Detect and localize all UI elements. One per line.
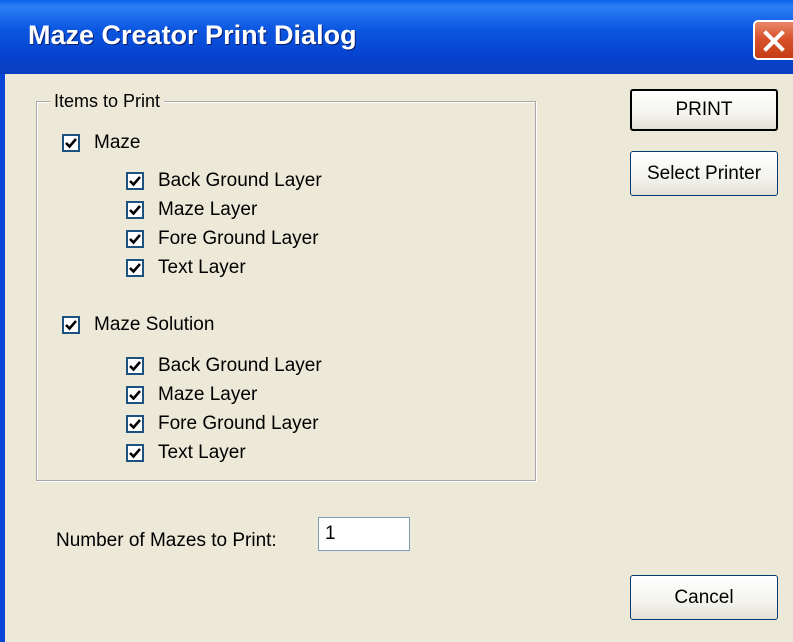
checkbox-label: Text Layer [158,442,246,463]
checkmark-icon [129,448,141,459]
solution-layer-checkbox-row[interactable]: Back Ground Layer [126,355,322,377]
checkmark-icon [129,390,141,401]
maze-layer-checkbox-row[interactable]: Fore Ground Layer [126,228,319,250]
checkbox-label: Fore Ground Layer [158,413,319,434]
checkbox-label: Back Ground Layer [158,170,322,191]
maze-text-layer-checkbox[interactable] [126,259,144,277]
maze-checkbox-row[interactable]: Maze [62,132,140,154]
maze-foreground-layer-checkbox[interactable] [126,230,144,248]
solution-layer-checkbox-row[interactable]: Fore Ground Layer [126,413,319,435]
maze-checkbox-label: Maze [94,132,141,153]
solution-text-layer-checkbox[interactable] [126,444,144,462]
maze-background-layer-checkbox[interactable] [126,172,144,190]
close-button[interactable] [753,20,793,60]
select-printer-button[interactable]: Select Printer [630,151,778,196]
checkmark-icon [129,205,141,216]
mazes-count-label: Number of Mazes to Print: [56,530,277,551]
checkbox-label: Back Ground Layer [158,355,322,376]
solution-foreground-layer-checkbox[interactable] [126,415,144,433]
group-label: Items to Print [50,91,165,112]
checkmark-icon [65,320,77,331]
print-button[interactable]: PRINT [630,89,778,131]
maze-maze-layer-checkbox[interactable] [126,201,144,219]
solution-maze-layer-checkbox[interactable] [126,386,144,404]
solution-layer-checkbox-row[interactable]: Maze Layer [126,384,257,406]
maze-checkbox[interactable] [62,134,80,152]
maze-solution-checkbox[interactable] [62,316,80,334]
checkbox-label: Maze Layer [158,199,258,220]
window-title: Maze Creator Print Dialog [28,20,357,50]
checkmark-icon [129,176,141,187]
solution-background-layer-checkbox[interactable] [126,357,144,375]
solution-layer-checkbox-row[interactable]: Text Layer [126,442,246,464]
maze-solution-checkbox-label: Maze Solution [94,314,215,335]
maze-layer-checkbox-row[interactable]: Text Layer [126,257,246,279]
title-bar[interactable]: Maze Creator Print Dialog [0,0,793,74]
checkbox-label: Maze Layer [158,384,258,405]
maze-layer-checkbox-row[interactable]: Maze Layer [126,199,257,221]
maze-solution-checkbox-row[interactable]: Maze Solution [62,314,214,336]
checkmark-icon [129,419,141,430]
close-icon [763,30,785,52]
cancel-button[interactable]: Cancel [630,575,778,620]
checkmark-icon [65,138,77,149]
maze-layer-checkbox-row[interactable]: Back Ground Layer [126,170,322,192]
checkmark-icon [129,361,141,372]
mazes-count-input[interactable] [318,517,410,551]
checkbox-label: Fore Ground Layer [158,228,319,249]
checkmark-icon [129,234,141,245]
checkmark-icon [129,263,141,274]
checkbox-label: Text Layer [158,257,246,278]
